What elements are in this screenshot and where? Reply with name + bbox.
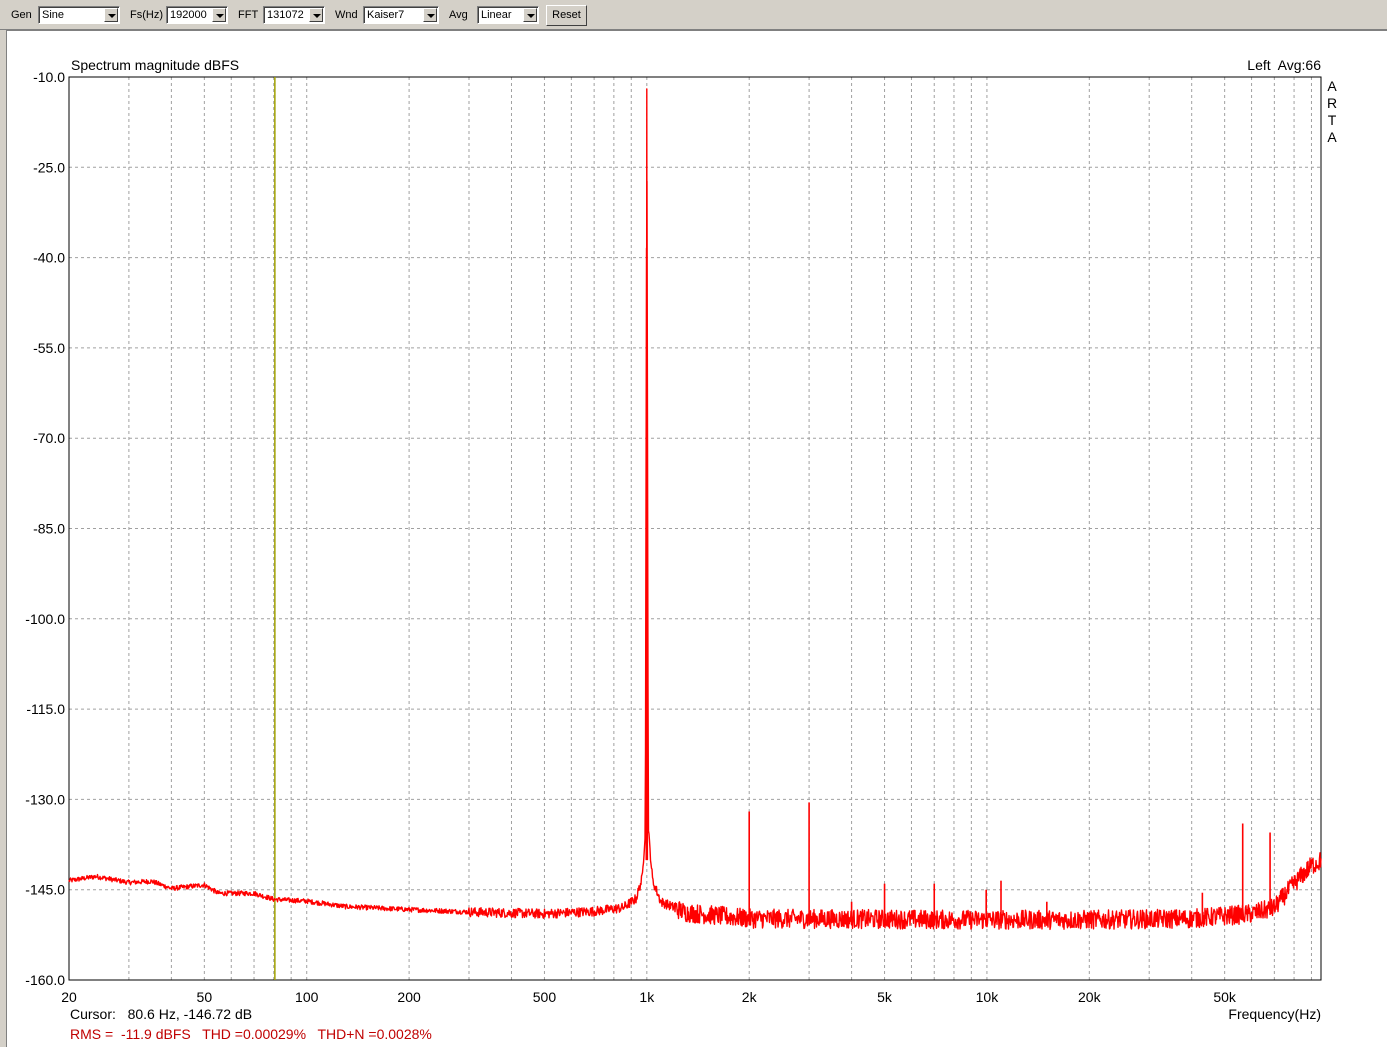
reset-button[interactable]: Reset	[546, 5, 587, 26]
wnd-select[interactable]: Kaiser7	[363, 6, 439, 24]
chart-title: Spectrum magnitude dBFS	[71, 57, 239, 73]
fs-select-value: 192000	[170, 9, 207, 21]
avg-select[interactable]: Linear	[477, 6, 539, 24]
watermark-letter: A	[1327, 78, 1337, 94]
y-tick-label: -85.0	[33, 521, 65, 537]
channel-average-label: Left Avg:66	[1247, 57, 1321, 73]
wnd-select-value: Kaiser7	[367, 9, 405, 21]
x-tick-label: 5k	[877, 989, 893, 1005]
y-tick-label: -130.0	[25, 791, 65, 807]
chevron-down-icon[interactable]	[104, 8, 118, 22]
y-tick-label: -70.0	[33, 430, 65, 446]
x-tick-label: 10k	[976, 989, 1000, 1005]
gen-select[interactable]: Sine	[38, 6, 120, 24]
y-tick-label: -100.0	[25, 611, 65, 627]
y-tick-label: -115.0	[26, 701, 65, 717]
fft-select[interactable]: 131072	[263, 6, 325, 24]
vertical-grid	[128, 77, 1312, 980]
x-tick-label: 50	[197, 989, 213, 1005]
x-tick-labels: 20 50 100 200 500 1k 2k 5k 10k 20k 50k	[61, 989, 1237, 1005]
y-tick-label: -55.0	[33, 340, 65, 356]
fft-select-value: 131072	[267, 9, 304, 21]
x-tick-label: 50k	[1213, 989, 1237, 1005]
gen-select-value: Sine	[42, 9, 65, 21]
toolbar: Gen Sine Fs(Hz) 192000 FFT 131072 Wnd Ka…	[0, 0, 1387, 30]
x-tick-label: 200	[397, 989, 421, 1005]
rms-thd-readout: RMS = -11.9 dBFS THD =0.00029% THD+N =0.…	[70, 1026, 432, 1042]
x-tick-label: 1k	[639, 989, 655, 1005]
x-tick-label: 20k	[1078, 989, 1102, 1005]
watermark-letter: T	[1328, 112, 1337, 128]
chevron-down-icon[interactable]	[523, 8, 537, 22]
fs-label: Fs(Hz)	[130, 9, 163, 21]
spectrum-chart[interactable]: -10.0 -25.0 -40.0 -55.0 -70.0 -85.0 -100.0 -115…	[7, 31, 1387, 1047]
cursor-readout: Cursor: 80.6 Hz, -146.72 dB	[70, 1006, 252, 1022]
fft-label: FFT	[238, 9, 259, 21]
arta-watermark: ARTA	[1327, 78, 1337, 145]
chevron-down-icon[interactable]	[309, 8, 323, 22]
watermark-letter: A	[1327, 129, 1337, 145]
spectrum-trace	[68, 88, 1322, 931]
y-tick-labels: -10.0 -25.0 -40.0 -55.0 -70.0 -85.0 -100.0 -115…	[25, 69, 65, 988]
x-tick-label: 500	[533, 989, 557, 1005]
plot-area[interactable]: -10.0 -25.0 -40.0 -55.0 -70.0 -85.0 -100.0 -115…	[6, 30, 1387, 1047]
x-tick-label: 20	[61, 989, 77, 1005]
chevron-down-icon[interactable]	[212, 8, 226, 22]
wnd-label: Wnd	[335, 9, 358, 21]
horizontal-grid	[69, 166, 1321, 891]
gen-label: Gen	[11, 9, 32, 21]
avg-label: Avg	[449, 9, 468, 21]
y-tick-label: -10.0	[33, 69, 65, 85]
y-tick-label: -40.0	[33, 250, 65, 266]
watermark-letter: R	[1327, 95, 1337, 111]
x-tick-label: 100	[295, 989, 319, 1005]
fs-select[interactable]: 192000	[166, 6, 228, 24]
y-tick-label: -160.0	[25, 972, 65, 988]
chevron-down-icon[interactable]	[423, 8, 437, 22]
avg-select-value: Linear	[481, 9, 512, 21]
x-axis-label: Frequency(Hz)	[1228, 1006, 1321, 1022]
y-tick-label: -25.0	[33, 159, 65, 175]
x-tick-label: 2k	[742, 989, 758, 1005]
y-tick-label: -145.0	[25, 882, 65, 898]
